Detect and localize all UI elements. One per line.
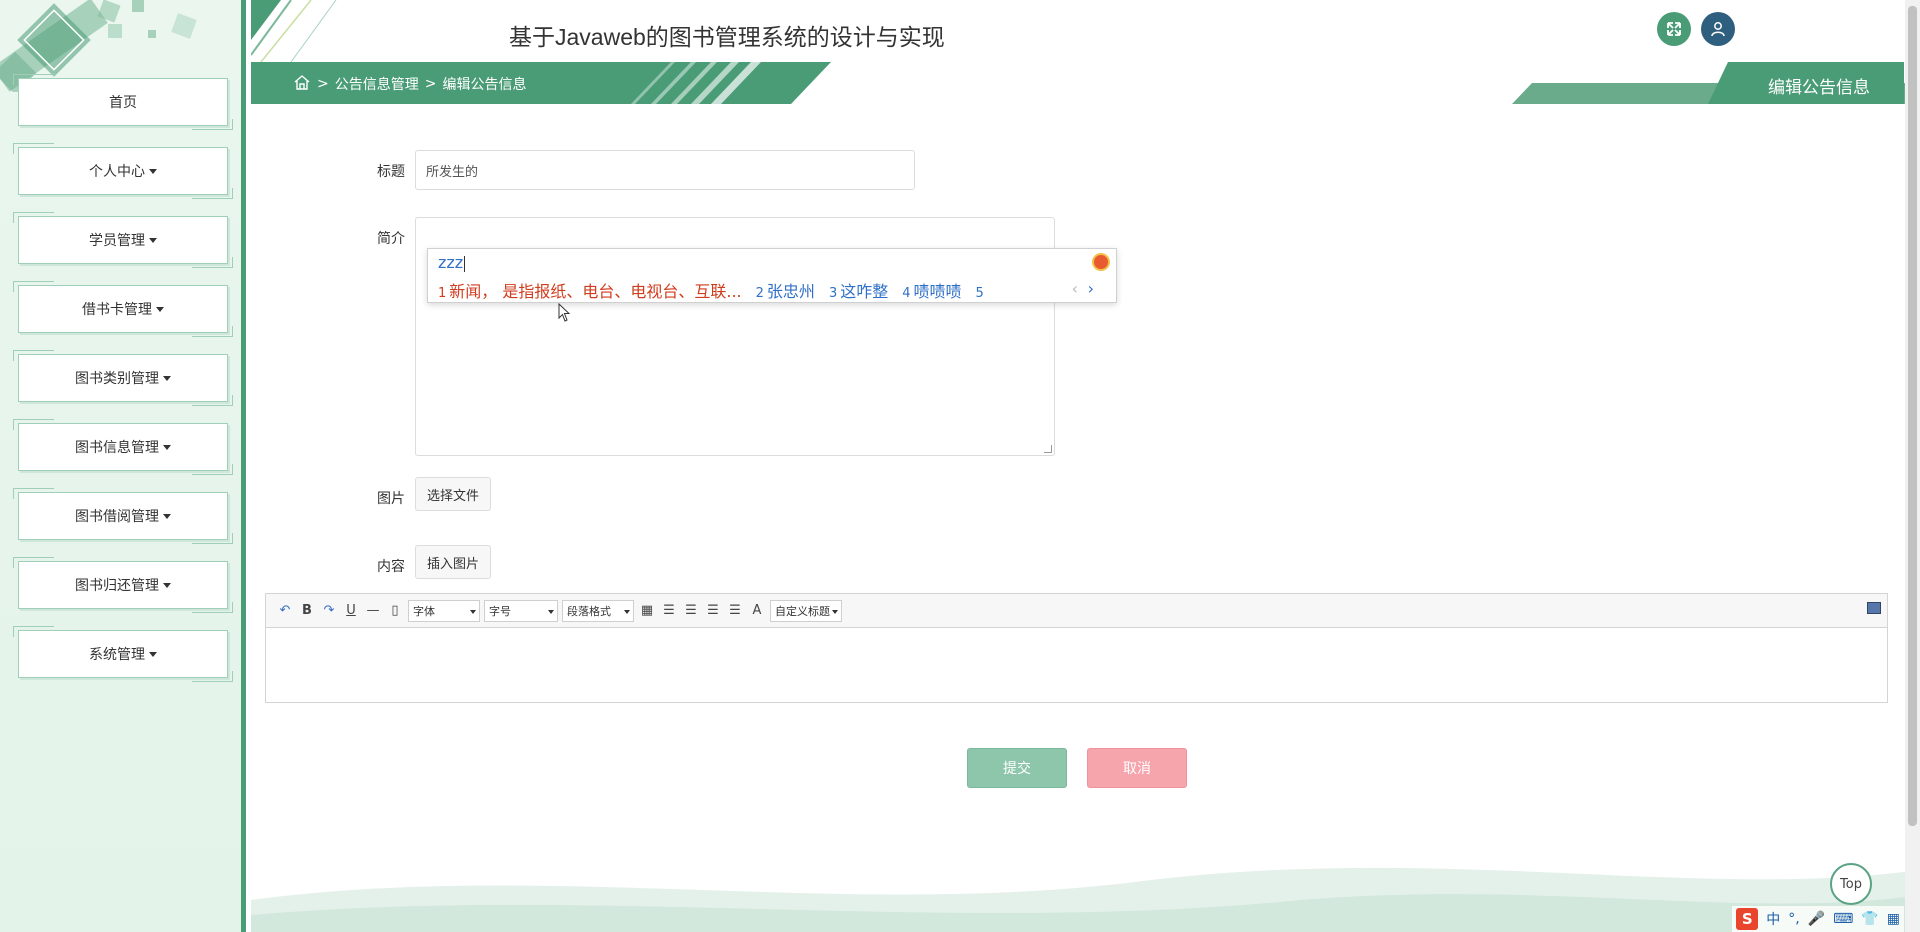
back-to-top-button[interactable]: Top	[1830, 863, 1872, 905]
sidebar-item-label: 个人中心	[89, 164, 145, 180]
vertical-scrollbar[interactable]	[1905, 0, 1920, 932]
redo-icon[interactable]: ↷	[318, 600, 340, 622]
skin-icon[interactable]: 👕	[1861, 911, 1878, 927]
ime-toolbar: S 中 °, 🎤 ⌨ 👕 ▦	[1732, 906, 1904, 932]
ime-composition: zzz	[438, 253, 464, 272]
caret-down-icon	[163, 375, 171, 381]
user-icon	[1711, 22, 1725, 37]
fullscreen-editor-icon[interactable]	[1867, 602, 1881, 614]
bold-icon[interactable]: B	[296, 600, 318, 622]
sidebar-item-label: 首页	[109, 95, 137, 111]
paragraph-format-select[interactable]: 段落格式	[562, 599, 634, 622]
custom-title-select[interactable]: 自定义标题	[770, 599, 842, 622]
sidebar-item-label: 系统管理	[89, 647, 145, 663]
scrollbar-thumb[interactable]	[1908, 6, 1917, 826]
caret-down-icon	[149, 237, 157, 243]
fullscreen-button[interactable]	[1657, 12, 1691, 46]
font-family-select[interactable]: 字体	[408, 599, 480, 622]
breadcrumb-item-edit-notice: 编辑公告信息	[442, 77, 527, 93]
choose-file-button[interactable]: 选择文件	[415, 477, 492, 511]
home-icon[interactable]	[293, 74, 311, 94]
title-label: 标题	[377, 164, 405, 180]
align-right-icon[interactable]: ☰	[680, 600, 702, 622]
notice-edit-form: 标题 所发生的 简介 图片 选择文件 内容 插入图片 ↶ B ↷ U — ▯ 字…	[251, 104, 1920, 932]
resize-handle[interactable]	[1044, 445, 1052, 453]
sidebar-item-label: 图书借阅管理	[75, 509, 159, 525]
microphone-icon[interactable]: 🎤	[1808, 911, 1825, 927]
grid-menu-icon[interactable]: ▦	[1887, 911, 1900, 927]
page-icon[interactable]: ▯	[384, 600, 406, 622]
editor-toolbar: ↶ B ↷ U — ▯ 字体 字号 段落格式 ▦ ☰ ☰ ☰ ☰ A 自定义标题	[266, 594, 1887, 628]
ime-candidate[interactable]: 1 新闻， 是指报纸、电台、电视台、互联...	[438, 278, 742, 302]
font-color-icon[interactable]: A	[746, 600, 768, 622]
submit-button[interactable]: 提交	[967, 748, 1067, 788]
sidebar-item-label: 学员管理	[89, 233, 145, 249]
font-size-select[interactable]: 字号	[484, 599, 558, 622]
breadcrumb-separator: >	[317, 76, 329, 92]
sidebar-item-home[interactable]: 首页	[13, 74, 233, 130]
cancel-button[interactable]: 取消	[1087, 748, 1187, 788]
sidebar: 首页 个人中心 学员管理 借书卡管理 图书类别管理 图书信息管理 图书借阅管理 …	[0, 0, 246, 932]
align-justify-icon[interactable]: ☰	[724, 600, 746, 622]
sidebar-item-library-card-management[interactable]: 借书卡管理	[13, 281, 233, 337]
sidebar-item-book-return-management[interactable]: 图书归还管理	[13, 557, 233, 613]
ime-candidate[interactable]: 3 这咋整	[829, 278, 888, 302]
caret-down-icon	[163, 582, 171, 588]
sidebar-item-student-management[interactable]: 学员管理	[13, 212, 233, 268]
mouse-pointer-icon	[558, 303, 571, 322]
table-icon[interactable]: ▦	[636, 600, 658, 622]
sidebar-item-label: 图书归还管理	[75, 578, 159, 594]
caret-down-icon	[163, 513, 171, 519]
header-decoration	[251, 0, 337, 62]
ime-candidate-window: zzz 1 新闻， 是指报纸、电台、电视台、互联... 2 张忠州 3 这咋整 4 啧啧…	[427, 248, 1117, 303]
content-label: 内容	[377, 559, 405, 575]
footer-waves	[251, 867, 1920, 932]
header: 基于Javaweb的图书管理系统的设计与实现 > 公告信息管理 > 编辑公告信息	[251, 0, 1920, 104]
sogou-logo-icon[interactable]: S	[1736, 908, 1759, 930]
user-menu-button[interactable]	[1701, 12, 1735, 46]
sidebar-item-system-management[interactable]: 系统管理	[13, 626, 233, 682]
ime-candidate[interactable]: 5	[976, 282, 987, 301]
sidebar-item-label: 图书信息管理	[75, 440, 159, 456]
intro-label: 简介	[377, 231, 405, 247]
sidebar-item-personal-center[interactable]: 个人中心	[13, 143, 233, 199]
sidebar-menu: 首页 个人中心 学员管理 借书卡管理 图书类别管理 图书信息管理 图书借阅管理 …	[13, 74, 233, 699]
ime-candidate[interactable]: 4 啧啧啧	[902, 278, 961, 302]
sidebar-item-label: 图书类别管理	[75, 371, 159, 387]
ime-logo-icon	[1092, 253, 1110, 271]
caret-down-icon	[156, 306, 164, 312]
breadcrumb: > 公告信息管理 > 编辑公告信息	[293, 74, 532, 94]
ime-prev-page-icon[interactable]: ‹	[1072, 279, 1078, 298]
caret-down-icon	[163, 444, 171, 450]
breadcrumb-decoration	[631, 62, 831, 104]
sidebar-item-book-borrow-management[interactable]: 图书借阅管理	[13, 488, 233, 544]
ime-candidates: 1 新闻， 是指报纸、电台、电视台、互联... 2 张忠州 3 这咋整 4 啧啧啧 5	[438, 278, 1001, 302]
ime-next-page-icon[interactable]: ›	[1088, 279, 1094, 298]
sidebar-item-book-info-management[interactable]: 图书信息管理	[13, 419, 233, 475]
keyboard-icon[interactable]: ⌨	[1833, 911, 1853, 927]
insert-image-button[interactable]: 插入图片	[415, 545, 492, 579]
caret-down-icon	[149, 168, 157, 174]
underline-icon[interactable]: U	[340, 600, 362, 622]
sidebar-item-label: 借书卡管理	[82, 302, 152, 318]
caret-down-icon	[149, 651, 157, 657]
undo-icon[interactable]: ↶	[274, 600, 296, 622]
horizontal-rule-icon[interactable]: —	[362, 600, 384, 622]
title-input[interactable]: 所发生的	[415, 150, 915, 190]
ime-punctuation-toggle[interactable]: °,	[1788, 911, 1799, 927]
page-tab-title: 编辑公告信息	[1768, 78, 1870, 98]
ime-language-toggle[interactable]: 中	[1766, 909, 1780, 929]
ime-candidate[interactable]: 2 张忠州	[756, 278, 815, 302]
breadcrumb-item-notice-management[interactable]: 公告信息管理	[335, 74, 419, 94]
page-title: 基于Javaweb的图书管理系统的设计与实现	[509, 24, 945, 50]
rich-text-editor: ↶ B ↷ U — ▯ 字体 字号 段落格式 ▦ ☰ ☰ ☰ ☰ A 自定义标题	[265, 593, 1888, 703]
expand-icon	[1667, 22, 1681, 36]
breadcrumb-separator: >	[424, 76, 437, 92]
align-left-icon[interactable]: ☰	[658, 600, 680, 622]
sidebar-item-book-category-management[interactable]: 图书类别管理	[13, 350, 233, 406]
image-label: 图片	[377, 491, 405, 507]
align-center-icon[interactable]: ☰	[702, 600, 724, 622]
